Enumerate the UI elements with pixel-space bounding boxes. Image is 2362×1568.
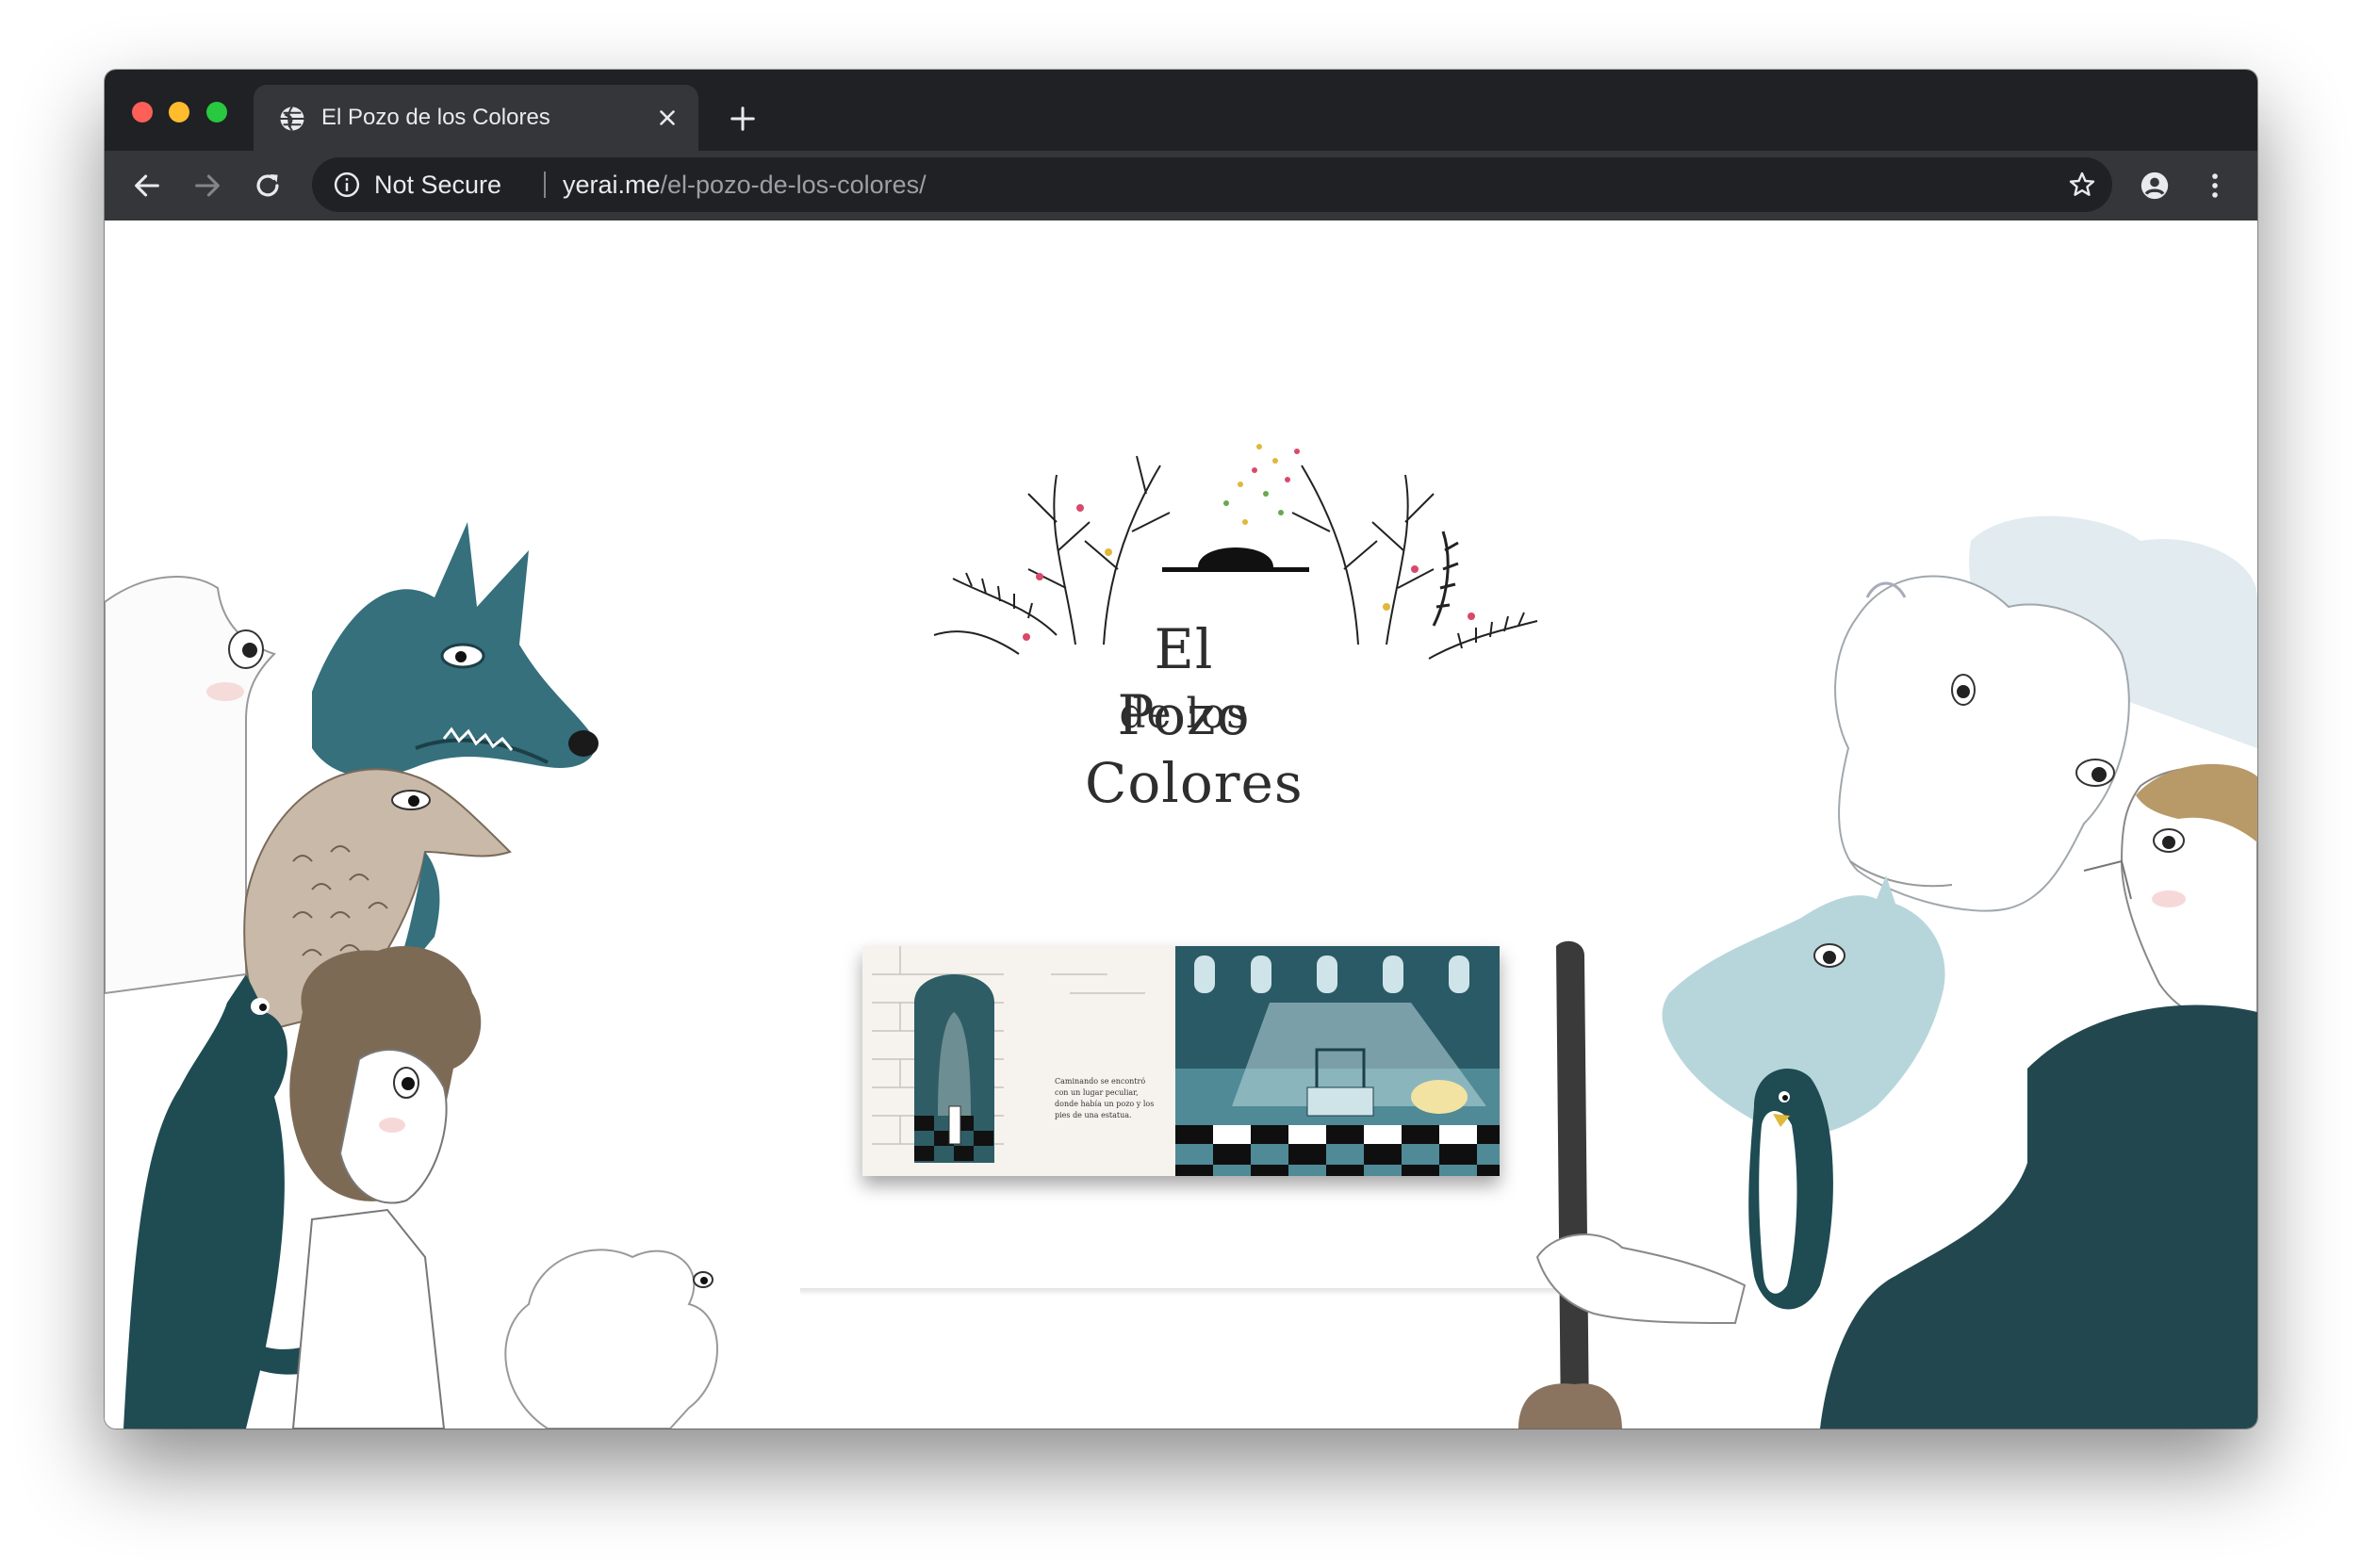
tab-strip: El Pozo de los Colores bbox=[105, 70, 2257, 151]
browser-window: El Pozo de los Colores Not Secure yerai.… bbox=[105, 70, 2257, 1429]
url-text[interactable]: yerai.me/el-pozo-de-los-colores/ bbox=[563, 157, 927, 212]
url-host: yerai.me bbox=[563, 171, 661, 199]
book-page-text: Caminando se encontró con un lugar pecul… bbox=[1055, 1077, 1155, 1119]
left-characters-illustration bbox=[105, 522, 718, 1429]
browser-toolbar: Not Secure yerai.me/el-pozo-de-los-color… bbox=[105, 151, 2257, 220]
arrow-left-icon[interactable] bbox=[131, 170, 163, 202]
floor-shadow-line bbox=[800, 1288, 1564, 1296]
book-preview-image[interactable]: Caminando se encontró con un lugar pecul… bbox=[862, 946, 1500, 1176]
book-left-illustration bbox=[862, 946, 1175, 1176]
logo-title-line3: Colores bbox=[1085, 751, 1304, 815]
info-icon[interactable] bbox=[333, 171, 361, 199]
logo-title-line2: de los bbox=[1119, 690, 1249, 738]
book-left-page: Caminando se encontró con un lugar pecul… bbox=[862, 946, 1175, 1176]
active-tab[interactable]: El Pozo de los Colores bbox=[254, 85, 698, 151]
book-right-illustration bbox=[1175, 946, 1500, 1176]
plus-icon[interactable] bbox=[729, 105, 757, 133]
security-status[interactable]: Not Secure bbox=[374, 157, 501, 212]
right-characters-illustration bbox=[1518, 515, 2257, 1429]
address-bar[interactable]: Not Secure yerai.me/el-pozo-de-los-color… bbox=[312, 157, 2112, 212]
tab-title: El Pozo de los Colores bbox=[321, 105, 550, 130]
minimize-window-button[interactable] bbox=[169, 102, 189, 122]
address-separator bbox=[544, 172, 546, 198]
page-viewport: El Pozo de los Colores Caminando se enco… bbox=[105, 220, 2257, 1429]
kebab-menu-icon[interactable] bbox=[2199, 170, 2231, 202]
account-icon[interactable] bbox=[2139, 170, 2171, 202]
close-window-button[interactable] bbox=[132, 102, 153, 122]
star-icon[interactable] bbox=[2067, 170, 2097, 200]
globe-icon bbox=[280, 106, 304, 132]
arrow-right-icon[interactable] bbox=[191, 170, 223, 202]
url-path: /el-pozo-de-los-colores/ bbox=[660, 171, 927, 199]
zoom-window-button[interactable] bbox=[206, 102, 227, 122]
book-right-page bbox=[1175, 946, 1500, 1176]
reload-icon[interactable] bbox=[252, 170, 284, 202]
close-icon[interactable] bbox=[655, 106, 680, 130]
